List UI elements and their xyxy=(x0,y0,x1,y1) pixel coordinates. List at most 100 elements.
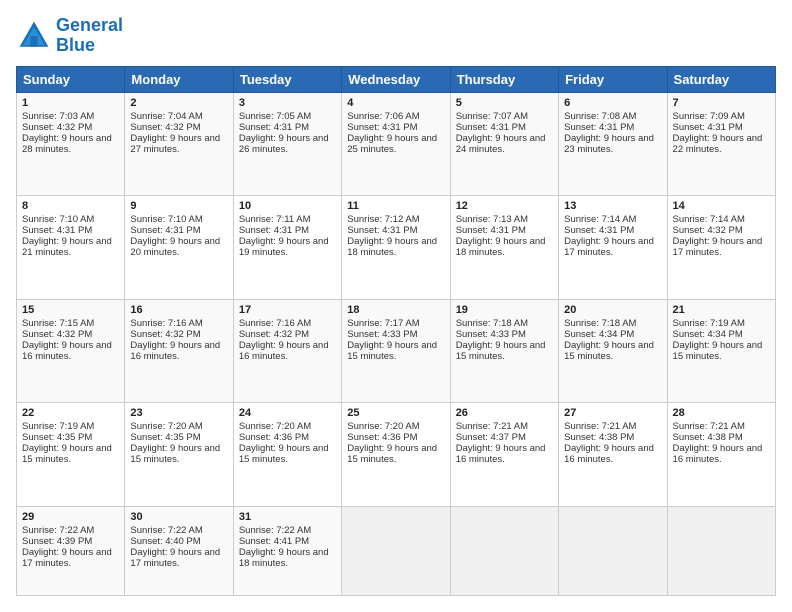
day-number: 31 xyxy=(239,511,336,523)
daylight-text: Daylight: 9 hours and 26 minutes. xyxy=(239,133,329,155)
sunrise-text: Sunrise: 7:10 AM xyxy=(22,214,94,225)
calendar-cell: 16Sunrise: 7:16 AMSunset: 4:32 PMDayligh… xyxy=(125,299,233,403)
daylight-text: Daylight: 9 hours and 28 minutes. xyxy=(22,133,112,155)
sunrise-text: Sunrise: 7:12 AM xyxy=(347,214,419,225)
sunset-text: Sunset: 4:37 PM xyxy=(456,432,526,443)
calendar-cell: 24Sunrise: 7:20 AMSunset: 4:36 PMDayligh… xyxy=(233,403,341,507)
day-number: 25 xyxy=(347,407,444,419)
sunset-text: Sunset: 4:32 PM xyxy=(239,329,309,340)
calendar-day-header: Sunday xyxy=(17,66,125,92)
sunset-text: Sunset: 4:32 PM xyxy=(130,329,200,340)
sunset-text: Sunset: 4:31 PM xyxy=(130,225,200,236)
calendar-cell: 19Sunrise: 7:18 AMSunset: 4:33 PMDayligh… xyxy=(450,299,558,403)
sunrise-text: Sunrise: 7:03 AM xyxy=(22,111,94,122)
page: General Blue SundayMondayTuesdayWednesda… xyxy=(0,0,792,612)
calendar-cell: 17 Sunrise: 7:16 AMSunset: 4:32 PMDayligh… xyxy=(233,299,341,403)
sunset-text: Sunset: 4:31 PM xyxy=(239,122,309,133)
calendar-day-header: Monday xyxy=(125,66,233,92)
daylight-text: Daylight: 9 hours and 15 minutes. xyxy=(564,340,654,362)
calendar-cell: 12Sunrise: 7:13 AMSunset: 4:31 PMDayligh… xyxy=(450,196,558,300)
day-number: 10 xyxy=(239,200,336,212)
sunrise-text: Sunrise: 7:21 AM xyxy=(673,421,745,432)
daylight-text: Daylight: 9 hours and 18 minutes. xyxy=(347,236,437,258)
sunset-text: Sunset: 4:32 PM xyxy=(22,329,92,340)
calendar-cell xyxy=(559,506,667,595)
day-number: 9 xyxy=(130,200,227,212)
sunrise-text: Sunrise: 7:14 AM xyxy=(564,214,636,225)
calendar-cell: 7Sunrise: 7:09 AMSunset: 4:31 PMDaylight… xyxy=(667,92,775,196)
daylight-text: Daylight: 9 hours and 25 minutes. xyxy=(347,133,437,155)
day-number: 2 xyxy=(130,97,227,109)
calendar-cell: 23 Sunrise: 7:20 AMSunset: 4:35 PMDayligh… xyxy=(125,403,233,507)
calendar-cell: 30Sunrise: 7:22 AMSunset: 4:40 PMDayligh… xyxy=(125,506,233,595)
calendar-cell: 4Sunrise: 7:06 AMSunset: 4:31 PMDaylight… xyxy=(342,92,450,196)
day-number: 15 xyxy=(22,304,119,316)
day-number: 19 xyxy=(456,304,553,316)
sunrise-text: Sunrise: 7:20 AM xyxy=(130,421,202,432)
calendar-cell: 1 Sunrise: 7:03 AMSunset: 4:32 PMDaylight… xyxy=(17,92,125,196)
calendar-cell: 5Sunrise: 7:07 AMSunset: 4:31 PMDaylight… xyxy=(450,92,558,196)
day-number: 8 xyxy=(22,200,119,212)
sunrise-text: Sunrise: 7:14 AM xyxy=(673,214,745,225)
calendar-cell: 2Sunrise: 7:04 AMSunset: 4:32 PMDaylight… xyxy=(125,92,233,196)
sunset-text: Sunset: 4:31 PM xyxy=(239,225,309,236)
daylight-text: Daylight: 9 hours and 16 minutes. xyxy=(456,443,546,465)
day-number: 23 xyxy=(130,407,227,419)
calendar-cell: 26Sunrise: 7:21 AMSunset: 4:37 PMDayligh… xyxy=(450,403,558,507)
day-number: 3 xyxy=(239,97,336,109)
header: General Blue xyxy=(16,16,776,56)
daylight-text: Daylight: 9 hours and 17 minutes. xyxy=(130,547,220,569)
daylight-text: Daylight: 9 hours and 19 minutes. xyxy=(239,236,329,258)
sunset-text: Sunset: 4:35 PM xyxy=(130,432,200,443)
sunrise-text: Sunrise: 7:20 AM xyxy=(347,421,419,432)
calendar-table: SundayMondayTuesdayWednesdayThursdayFrid… xyxy=(16,66,776,596)
calendar-day-header: Thursday xyxy=(450,66,558,92)
daylight-text: Daylight: 9 hours and 16 minutes. xyxy=(564,443,654,465)
logo-icon xyxy=(16,18,52,54)
sunrise-text: Sunrise: 7:06 AM xyxy=(347,111,419,122)
sunrise-text: Sunrise: 7:15 AM xyxy=(22,318,94,329)
daylight-text: Daylight: 9 hours and 15 minutes. xyxy=(456,340,546,362)
sunrise-text: Sunrise: 7:16 AM xyxy=(130,318,202,329)
day-number: 12 xyxy=(456,200,553,212)
daylight-text: Daylight: 9 hours and 16 minutes. xyxy=(22,340,112,362)
sunset-text: Sunset: 4:31 PM xyxy=(456,122,526,133)
sunset-text: Sunset: 4:34 PM xyxy=(564,329,634,340)
daylight-text: Daylight: 9 hours and 16 minutes. xyxy=(239,340,329,362)
sunset-text: Sunset: 4:39 PM xyxy=(22,536,92,547)
calendar-cell: 11Sunrise: 7:12 AMSunset: 4:31 PMDayligh… xyxy=(342,196,450,300)
day-number: 22 xyxy=(22,407,119,419)
calendar-cell: 8Sunrise: 7:10 AMSunset: 4:31 PMDaylight… xyxy=(17,196,125,300)
day-number: 28 xyxy=(673,407,770,419)
day-number: 1 xyxy=(22,97,119,109)
sunset-text: Sunset: 4:35 PM xyxy=(22,432,92,443)
logo: General Blue xyxy=(16,16,123,56)
sunset-text: Sunset: 4:38 PM xyxy=(673,432,743,443)
day-number: 11 xyxy=(347,200,444,212)
sunset-text: Sunset: 4:32 PM xyxy=(22,122,92,133)
day-number: 18 xyxy=(347,304,444,316)
sunrise-text: Sunrise: 7:16 AM xyxy=(239,318,311,329)
sunrise-text: Sunrise: 7:22 AM xyxy=(239,525,311,536)
daylight-text: Daylight: 9 hours and 17 minutes. xyxy=(673,236,763,258)
sunrise-text: Sunrise: 7:13 AM xyxy=(456,214,528,225)
daylight-text: Daylight: 9 hours and 18 minutes. xyxy=(456,236,546,258)
sunrise-text: Sunrise: 7:07 AM xyxy=(456,111,528,122)
sunrise-text: Sunrise: 7:22 AM xyxy=(22,525,94,536)
daylight-text: Daylight: 9 hours and 15 minutes. xyxy=(239,443,329,465)
sunset-text: Sunset: 4:31 PM xyxy=(22,225,92,236)
sunset-text: Sunset: 4:40 PM xyxy=(130,536,200,547)
sunset-text: Sunset: 4:31 PM xyxy=(564,225,634,236)
sunset-text: Sunset: 4:38 PM xyxy=(564,432,634,443)
daylight-text: Daylight: 9 hours and 16 minutes. xyxy=(130,340,220,362)
day-number: 30 xyxy=(130,511,227,523)
day-number: 17 xyxy=(239,304,336,316)
sunset-text: Sunset: 4:33 PM xyxy=(456,329,526,340)
sunrise-text: Sunrise: 7:20 AM xyxy=(239,421,311,432)
sunrise-text: Sunrise: 7:18 AM xyxy=(564,318,636,329)
day-number: 5 xyxy=(456,97,553,109)
daylight-text: Daylight: 9 hours and 15 minutes. xyxy=(673,340,763,362)
daylight-text: Daylight: 9 hours and 15 minutes. xyxy=(130,443,220,465)
calendar-cell: 13Sunrise: 7:14 AMSunset: 4:31 PMDayligh… xyxy=(559,196,667,300)
day-number: 29 xyxy=(22,511,119,523)
